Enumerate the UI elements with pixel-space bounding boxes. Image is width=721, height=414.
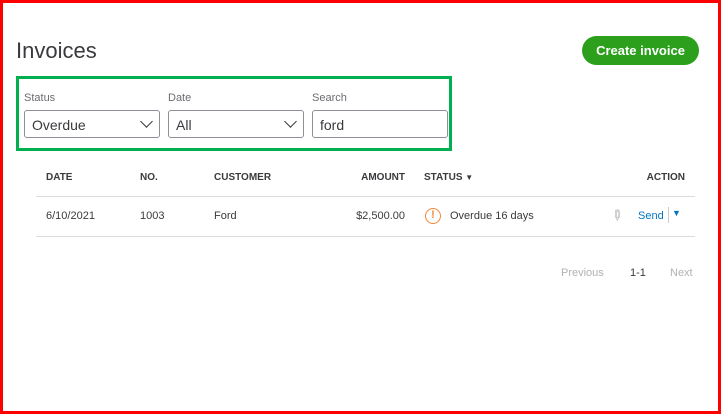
search-label: Search <box>312 92 347 104</box>
send-button[interactable]: Send <box>638 210 664 222</box>
chevron-down-icon <box>140 115 153 128</box>
search-input[interactable]: ford <box>312 110 448 138</box>
col-amount[interactable]: AMOUNT <box>340 172 405 183</box>
previous-button[interactable]: Previous <box>561 267 604 279</box>
col-customer[interactable]: CUSTOMER <box>214 172 271 183</box>
next-button[interactable]: Next <box>670 267 693 279</box>
caret-down-icon[interactable]: ▼ <box>672 208 681 218</box>
row-customer: Ford <box>214 210 237 222</box>
filter-bar: Status Overdue Date All Search ford <box>16 76 452 151</box>
row-status: Overdue 16 days <box>450 210 534 222</box>
divider <box>36 236 695 237</box>
status-value: Overdue <box>32 117 86 133</box>
row-no: 1003 <box>140 210 165 222</box>
status-select[interactable]: Overdue <box>24 110 160 138</box>
create-invoice-button[interactable]: Create invoice <box>582 36 699 65</box>
col-action: ACTION <box>646 172 685 183</box>
sort-down-icon: ▼ <box>465 173 474 182</box>
date-select[interactable]: All <box>168 110 304 138</box>
col-no[interactable]: NO. <box>140 172 158 183</box>
chevron-down-icon <box>284 115 297 128</box>
col-date[interactable]: DATE <box>46 172 72 183</box>
page-title: Invoices <box>16 38 97 63</box>
col-status[interactable]: STATUS ▼ <box>424 172 473 183</box>
page-range: 1-1 <box>630 267 646 279</box>
divider <box>668 207 669 223</box>
warning-icon: ! <box>425 208 441 224</box>
row-amount: $2,500.00 <box>356 210 405 222</box>
row-date: 6/10/2021 <box>46 210 95 222</box>
divider <box>36 196 695 197</box>
col-status-label: STATUS <box>424 172 463 183</box>
date-label: Date <box>168 92 192 104</box>
status-label: Status <box>24 92 56 104</box>
edit-pencil-icon[interactable]: ✎ <box>607 205 627 225</box>
date-value: All <box>176 117 192 133</box>
